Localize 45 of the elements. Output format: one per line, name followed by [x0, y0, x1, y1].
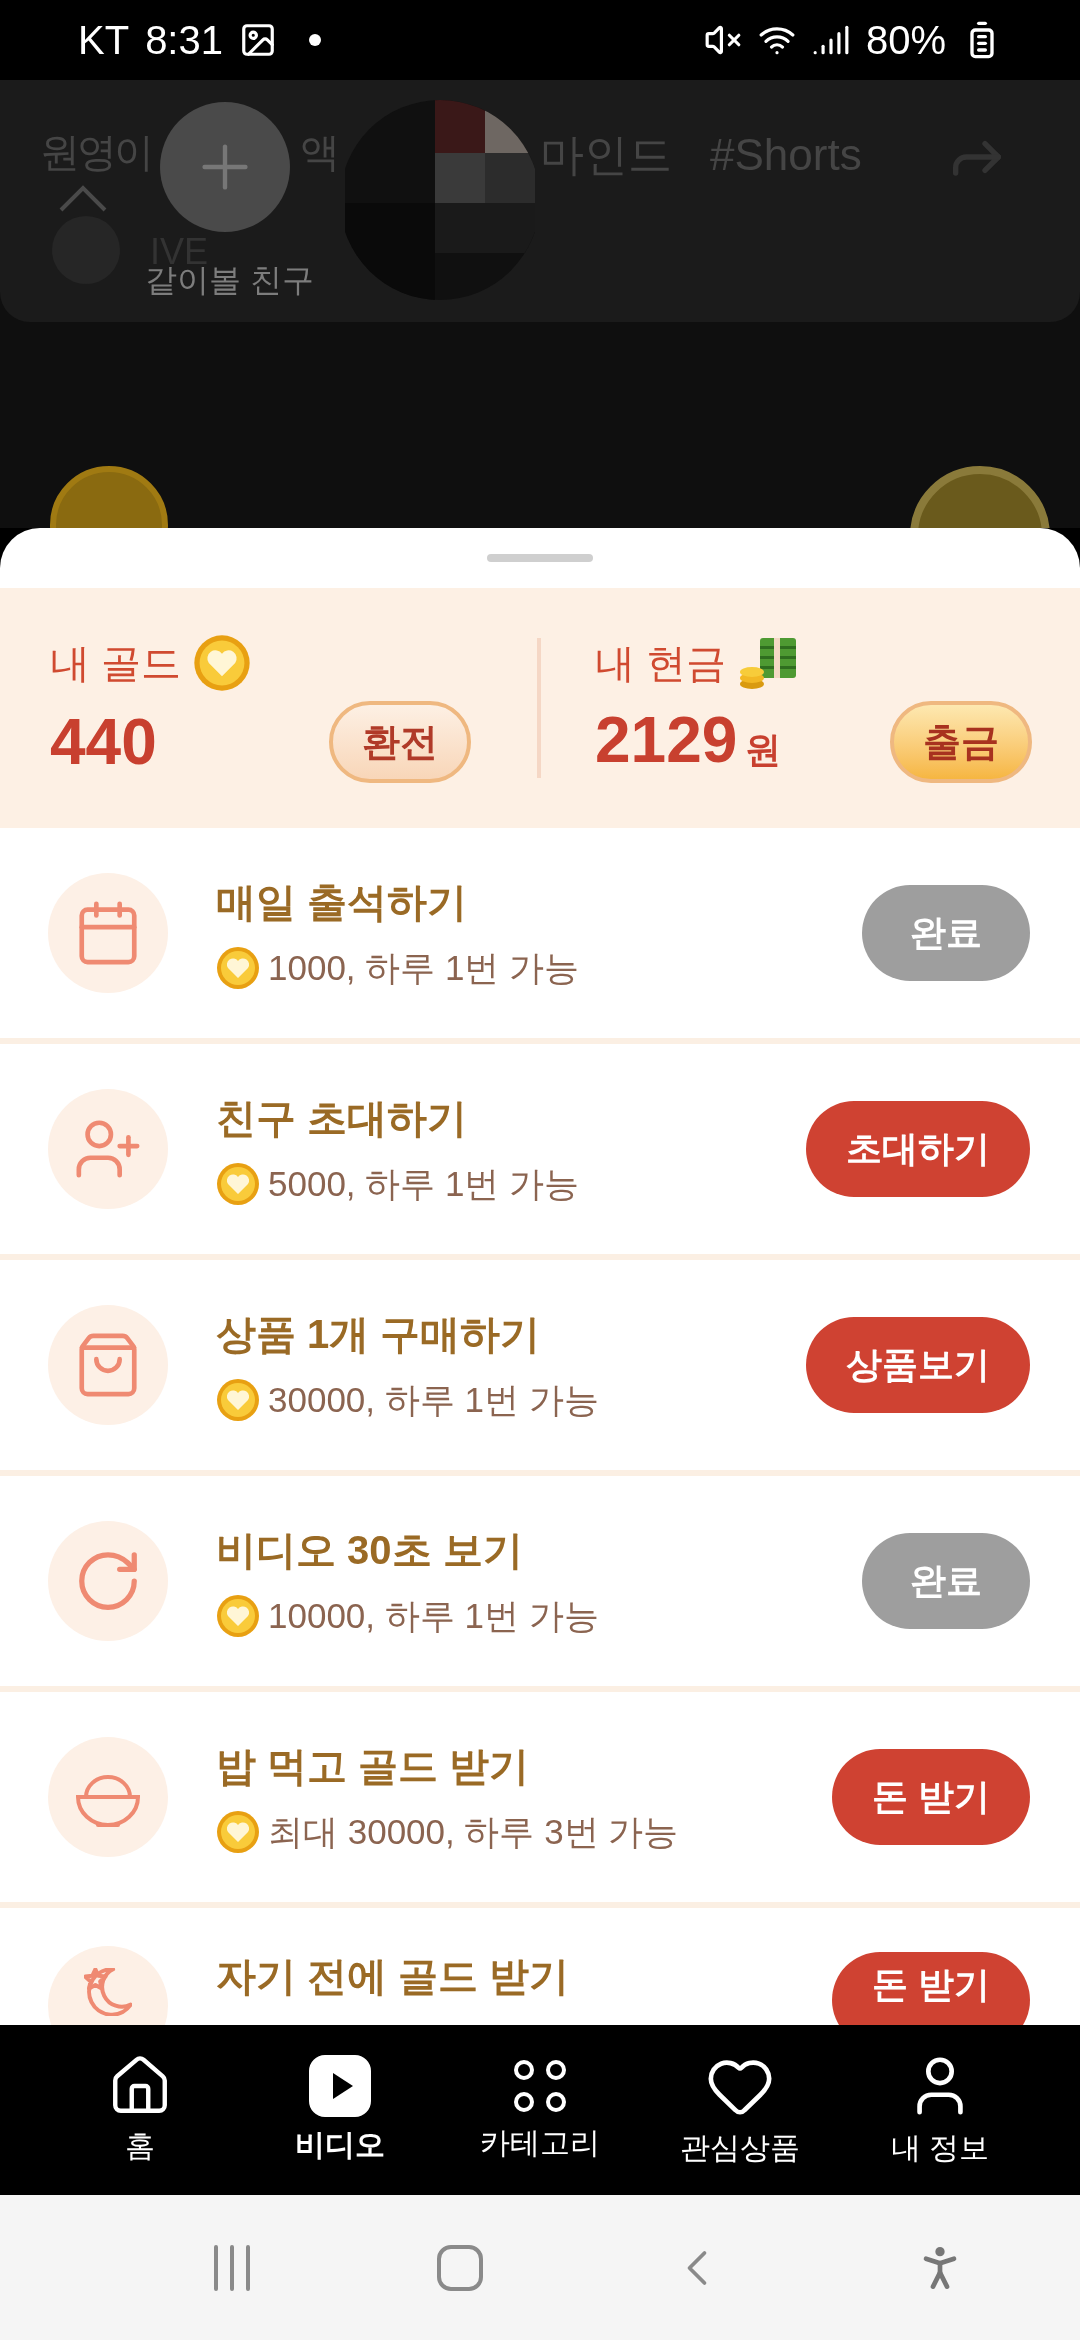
- task-title: 상품 1개 구매하기: [216, 1310, 542, 1358]
- task-title: 친구 초대하기: [216, 1094, 469, 1142]
- task-button[interactable]: 상품보기: [806, 1317, 1030, 1413]
- task-reward: 1000, 하루 1번 가능: [268, 946, 580, 989]
- battery-percent: 80%: [865, 17, 946, 64]
- coin-icon: [193, 634, 252, 692]
- recent-apps-icon[interactable]: [212, 2244, 253, 2291]
- points-amount: 440: [50, 710, 157, 774]
- coin-icon: [216, 1594, 260, 1638]
- exchange-button[interactable]: 환전: [329, 701, 471, 783]
- carrier-name: KT: [78, 17, 130, 64]
- task-title: 매일 출석하기: [216, 878, 469, 926]
- task-title: 밥 먹고 골드 받기: [216, 1742, 531, 1790]
- coin-icon: [216, 1378, 260, 1422]
- gallery-icon: [239, 21, 277, 59]
- task-button[interactable]: 완료: [862, 1533, 1030, 1629]
- chevron-up-icon[interactable]: [58, 184, 108, 212]
- withdraw-button[interactable]: 출금: [890, 701, 1032, 783]
- task-title: 비디오 30초 보기: [216, 1526, 524, 1574]
- coin-icon: [216, 946, 260, 990]
- nav-tab[interactable]: 홈: [55, 2052, 225, 2168]
- task-button[interactable]: 돈 받기: [832, 1952, 1030, 2025]
- moon-star-icon: [84, 1968, 132, 2016]
- drag-handle[interactable]: [487, 554, 593, 562]
- task-button[interactable]: 돈 받기: [832, 1749, 1030, 1845]
- nav-tab[interactable]: 관심상품: [655, 2050, 825, 2170]
- task-reward: 최대 30000, 하루 3번 가능: [268, 1810, 679, 1853]
- cash-amount: 2129: [595, 707, 738, 772]
- points-label: 내 골드: [50, 640, 182, 687]
- currency-unit: 원: [745, 727, 782, 772]
- task-reward: 30000, 하루 1번 가능: [268, 1378, 599, 1421]
- nav-tab[interactable]: 비디오: [255, 2053, 425, 2167]
- nav-tab[interactable]: 카테고리: [455, 2055, 625, 2165]
- home-button-icon[interactable]: [436, 2244, 483, 2291]
- task-reward: 10000, 하루 1번 가능: [268, 1594, 599, 1637]
- task-title: 자기 전에 골드 받기: [216, 1953, 571, 2000]
- task-reward: 5000, 하루 1번 가능: [268, 1162, 580, 1205]
- task-button[interactable]: 완료: [862, 885, 1030, 981]
- clock-time: 8:31: [145, 17, 223, 64]
- cash-label: 내 현금: [595, 640, 727, 687]
- coin-icon: [216, 1162, 260, 1206]
- task-button[interactable]: 초대하기: [806, 1101, 1030, 1197]
- coin-icon: [216, 1810, 260, 1854]
- nav-tab[interactable]: 내 정보: [855, 2050, 1025, 2170]
- play-icon: [308, 2053, 372, 2118]
